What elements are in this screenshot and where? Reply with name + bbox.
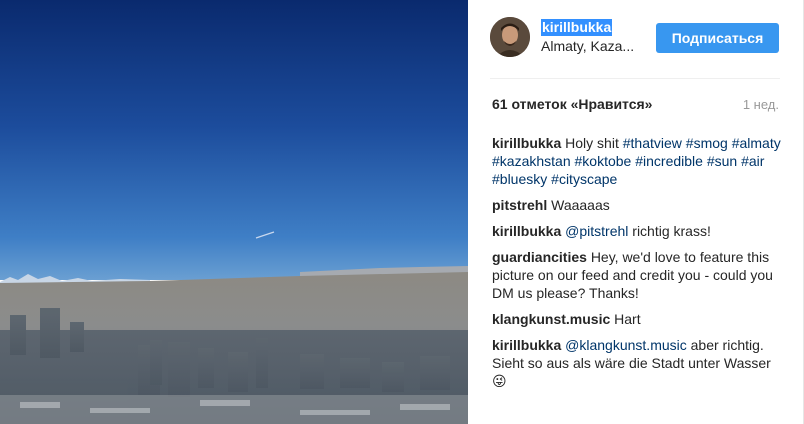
instagram-post-view: kirillbukka Almaty, Kaza... Подписаться … [0, 0, 804, 424]
comment-author-link[interactable]: guardiancities [492, 249, 587, 265]
location-link[interactable]: Almaty, Kaza... [541, 38, 641, 55]
comment-link[interactable]: #sun [707, 153, 737, 169]
comment: guardiancities Hey, we'd love to feature… [492, 248, 784, 302]
comment-link[interactable]: #smog [686, 135, 728, 151]
comment-text: Holy shit [565, 135, 623, 151]
comment-link[interactable]: #thatview [623, 135, 682, 151]
comment-link[interactable]: #air [741, 153, 764, 169]
comment-text: richtig krass! [628, 223, 711, 239]
avatar-portrait-icon [490, 17, 530, 57]
comment-link[interactable]: @pitstrehl [565, 223, 628, 239]
post-photo[interactable] [0, 0, 468, 424]
comment-link[interactable]: #koktobe [575, 153, 632, 169]
avatar[interactable] [490, 17, 530, 57]
comment: kirillbukka Holy shit #thatview #smog #a… [492, 134, 784, 188]
follow-button[interactable]: Подписаться [656, 23, 779, 53]
likes-count[interactable]: 61 отметок «Нравится» [492, 96, 652, 113]
header-divider [490, 78, 780, 79]
comment-author-link[interactable]: kirillbukka [492, 337, 561, 353]
comment: kirillbukka @pitstrehl richtig krass! [492, 222, 784, 240]
comment: kirillbukka @klangkunst.music aber richt… [492, 336, 784, 390]
comment-author-link[interactable]: kirillbukka [492, 223, 561, 239]
comment-link[interactable]: #kazakhstan [492, 153, 571, 169]
comment-author-link[interactable]: kirillbukka [492, 135, 561, 151]
comment-text: Waaaaas [551, 197, 610, 213]
comment-text: Hart [614, 311, 641, 327]
comment: klangkunst.music Hart [492, 310, 784, 328]
comment-link[interactable]: #almaty [732, 135, 781, 151]
post-header: kirillbukka Almaty, Kaza... Подписаться [468, 0, 803, 78]
comment: pitstrehl Waaaaas [492, 196, 784, 214]
comment-author-link[interactable]: klangkunst.music [492, 311, 610, 327]
comment-link[interactable]: @klangkunst.music [565, 337, 687, 353]
comment-link[interactable]: #cityscape [551, 171, 617, 187]
smog-cityscape-image [0, 0, 468, 424]
comment-link[interactable]: #bluesky [492, 171, 547, 187]
username-link[interactable]: kirillbukka [541, 19, 613, 36]
post-sidebar: kirillbukka Almaty, Kaza... Подписаться … [468, 0, 804, 424]
comment-author-link[interactable]: pitstrehl [492, 197, 547, 213]
comment-link[interactable]: #incredible [635, 153, 703, 169]
comment-list: kirillbukka Holy shit #thatview #smog #a… [492, 134, 784, 398]
post-timestamp[interactable]: 1 нед. [743, 96, 779, 113]
